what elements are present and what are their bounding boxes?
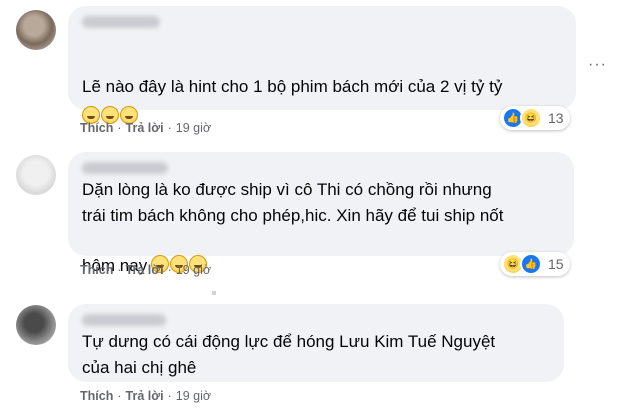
separator: ·	[167, 121, 172, 135]
commenter-name-blurred[interactable]	[82, 314, 166, 326]
reaction-summary[interactable]: 😆 👍 15	[500, 252, 570, 276]
avatar[interactable]	[16, 305, 56, 345]
comment-text-line: trái tim bách không cho phép,hic. Xin hã…	[82, 206, 504, 225]
avatar[interactable]	[16, 155, 56, 195]
like-link[interactable]: Thích	[80, 263, 113, 277]
comment-bubble: Tự dưng có cái động lực để hóng Lưu Kim …	[68, 304, 564, 382]
reply-link[interactable]: Trả lời	[126, 389, 164, 403]
haha-icon: 😆	[520, 107, 542, 129]
commenter-name-blurred[interactable]	[82, 162, 168, 174]
comment-actions: Thích · Trả lời · 19 giờ	[80, 121, 211, 135]
commenter-name-blurred[interactable]	[82, 16, 160, 28]
comment-text-line: Dặn lòng là ko được ship vì cô Thi có ch…	[82, 180, 492, 199]
comment-actions: Thích · Trả lời · 19 giờ	[80, 389, 211, 403]
timestamp[interactable]: 19 giờ	[176, 389, 211, 403]
comment-bubble: Dặn lòng là ko được ship vì cô Thi có ch…	[68, 152, 574, 275]
like-icon: 👍	[520, 253, 542, 275]
timestamp[interactable]: 19 giờ	[176, 263, 211, 277]
separator: ·	[117, 389, 122, 403]
reply-link[interactable]: Trả lời	[126, 263, 164, 277]
like-link[interactable]: Thích	[80, 121, 113, 135]
comment-text-line: của hai chị ghê	[82, 358, 197, 377]
like-link[interactable]: Thích	[80, 389, 113, 403]
comment-bubble: Lẽ nào đây là hint cho 1 bộ phim bách mớ…	[68, 6, 576, 124]
separator: ·	[167, 389, 172, 403]
comment-text: Lẽ nào đây là hint cho 1 bộ phim bách mớ…	[82, 77, 503, 96]
comment-actions: Thích · Trả lời · 19 giờ	[80, 263, 211, 277]
reaction-count: 13	[548, 110, 564, 126]
separator: ·	[117, 121, 122, 135]
avatar[interactable]	[16, 10, 56, 50]
reaction-summary[interactable]: 👍 😆 13	[500, 106, 570, 130]
separator: ·	[167, 263, 172, 277]
divider-mark	[212, 291, 216, 295]
separator: ·	[117, 263, 122, 277]
timestamp[interactable]: 19 giờ	[176, 121, 211, 135]
reaction-count: 15	[548, 256, 564, 272]
more-options-icon[interactable]: ···	[588, 56, 607, 74]
comment-text-line: Tự dưng có cái động lực để hóng Lưu Kim …	[82, 332, 496, 351]
reply-link[interactable]: Trả lời	[126, 121, 164, 135]
